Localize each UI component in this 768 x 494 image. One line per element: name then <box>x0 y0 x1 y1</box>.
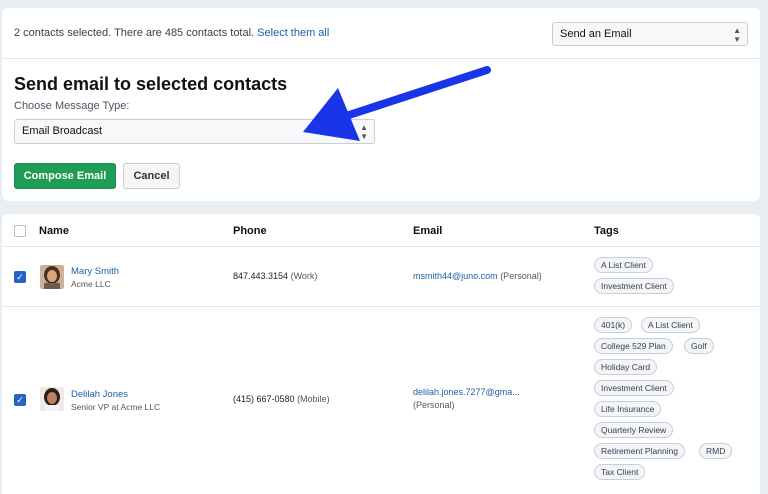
contact-name-link[interactable]: Delilah Jones <box>71 389 128 400</box>
tag-badge[interactable]: Tax Client <box>594 464 646 480</box>
phone-cell: 847.443.3154 (Work) <box>233 271 317 281</box>
email-cell: delilah.jones.7277@gma... (Personal) <box>413 387 520 410</box>
tag-badge[interactable]: Investment Client <box>594 380 674 396</box>
select-all-checkbox[interactable] <box>14 225 26 237</box>
select-updown-icon: ▲ ▼ <box>733 26 741 44</box>
tag-badge[interactable]: Holiday Card <box>594 359 658 375</box>
cancel-button[interactable]: Cancel <box>123 163 180 189</box>
email-type: (Personal) <box>413 400 455 410</box>
table-row: ✓ Delilah Jones Senior VP at Acme LLC (4… <box>2 307 760 494</box>
row-checkbox[interactable]: ✓ <box>14 271 26 283</box>
contact-subtitle: Acme LLC <box>71 279 111 289</box>
tag-badge[interactable]: 401(k) <box>594 317 633 333</box>
column-header-name: Name <box>39 225 69 237</box>
row-checkbox[interactable]: ✓ <box>14 394 26 406</box>
bulk-action-select[interactable]: Send an Email ▲ ▼ <box>552 22 748 46</box>
email-cell: msmith44@juno.com (Personal) <box>413 271 542 281</box>
message-type-value: Email Broadcast <box>22 125 103 137</box>
phone-number: 847.443.3154 <box>233 271 289 281</box>
avatar <box>40 387 64 411</box>
contacts-table: Name Phone Email Tags ✓ Mary Smith Acme … <box>2 214 760 494</box>
column-header-phone: Phone <box>233 225 267 237</box>
selection-count-text: 2 contacts selected. There are 485 conta… <box>14 27 255 39</box>
phone-type: (Work) <box>290 271 318 281</box>
selection-bar: 2 contacts selected. There are 485 conta… <box>2 8 760 59</box>
contact-subtitle: Senior VP at Acme LLC <box>71 402 161 412</box>
selection-status: 2 contacts selected. There are 485 conta… <box>14 27 329 39</box>
tag-badge[interactable]: Investment Client <box>594 278 674 294</box>
phone-type: (Mobile) <box>297 394 330 404</box>
checkmark-icon: ✓ <box>16 395 24 405</box>
tag-badge[interactable]: Quarterly Review <box>594 422 674 438</box>
bulk-action-value: Send an Email <box>560 28 632 40</box>
contact-name-link[interactable]: Mary Smith <box>71 266 119 277</box>
table-header: Name Phone Email Tags <box>2 214 760 247</box>
checkmark-icon: ✓ <box>16 272 24 282</box>
email-type: (Personal) <box>500 271 542 281</box>
email-link[interactable]: delilah.jones.7277@gma... <box>413 387 520 397</box>
compose-email-button[interactable]: Compose Email <box>14 163 116 189</box>
avatar <box>40 265 64 289</box>
email-action-panel: 2 contacts selected. There are 485 conta… <box>2 8 760 201</box>
tag-badge[interactable]: Retirement Planning <box>594 443 686 459</box>
select-updown-icon: ▲ ▼ <box>360 123 368 141</box>
table-row: ✓ Mary Smith Acme LLC 847.443.3154 (Work… <box>2 247 760 307</box>
tag-badge[interactable]: A List Client <box>594 257 653 273</box>
tag-badge[interactable]: Life Insurance <box>594 401 662 417</box>
message-type-label: Choose Message Type: <box>14 100 130 112</box>
tag-badge[interactable]: Golf <box>684 338 714 354</box>
phone-number: (415) 667-0580 <box>233 394 295 404</box>
column-header-email: Email <box>413 225 443 237</box>
email-link[interactable]: msmith44@juno.com <box>413 271 498 281</box>
panel-title: Send email to selected contacts <box>14 74 288 94</box>
column-header-tags: Tags <box>594 225 619 237</box>
phone-cell: (415) 667-0580 (Mobile) <box>233 394 330 404</box>
message-type-select[interactable]: Email Broadcast ▲ ▼ <box>14 119 375 144</box>
tag-badge[interactable]: RMD <box>699 443 733 459</box>
tag-badge[interactable]: College 529 Plan <box>594 338 673 354</box>
select-all-link[interactable]: Select them all <box>257 27 329 39</box>
tag-badge[interactable]: A List Client <box>641 317 700 333</box>
